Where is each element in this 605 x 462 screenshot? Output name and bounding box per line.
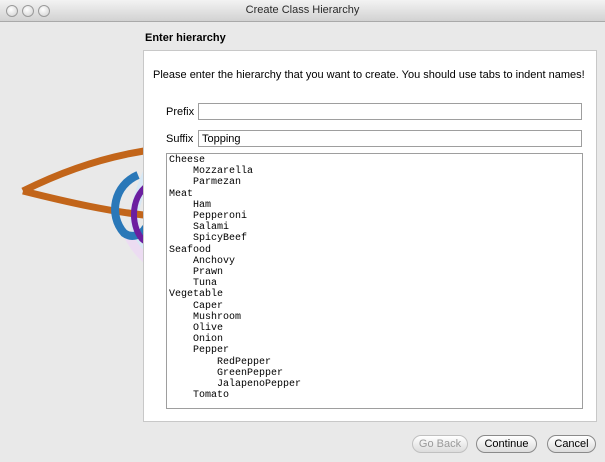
suffix-label: Suffix	[166, 133, 194, 145]
prefix-label: Prefix	[166, 106, 195, 118]
content-panel: Please enter the hierarchy that you want…	[143, 50, 597, 422]
window-title: Create Class Hierarchy	[245, 4, 360, 16]
hierarchy-textarea[interactable]: Cheese Mozzarella Parmezan Meat Ham Pepp…	[166, 153, 583, 409]
go-back-button[interactable]: Go Back	[412, 435, 468, 453]
cancel-button[interactable]: Cancel	[547, 435, 596, 453]
section-title: Enter hierarchy	[145, 32, 226, 44]
title-bar: Create Class Hierarchy	[0, 0, 605, 22]
prefix-input[interactable]	[198, 103, 582, 120]
continue-button[interactable]: Continue	[476, 435, 537, 453]
dialog-window: Create Class Hierarchy Enter hierarchy P…	[0, 0, 605, 462]
suffix-input[interactable]	[198, 130, 582, 147]
instructions-text: Please enter the hierarchy that you want…	[153, 69, 585, 81]
